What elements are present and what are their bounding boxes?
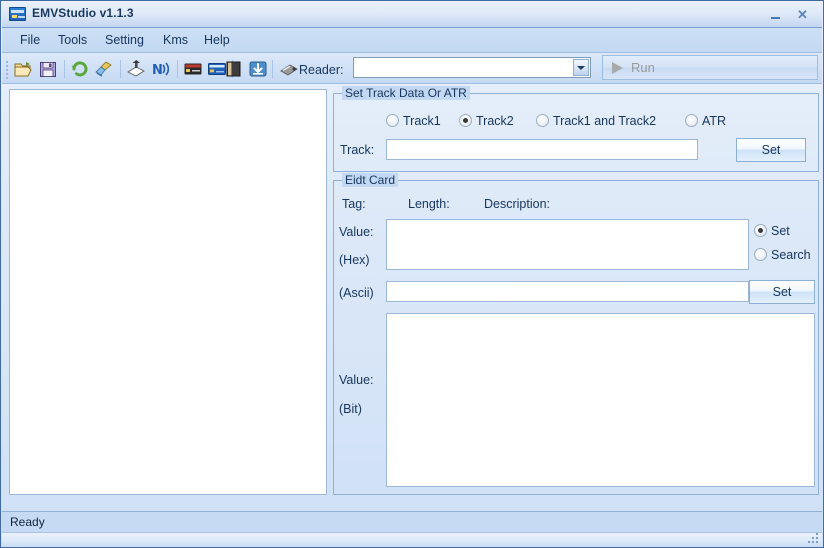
chevron-down-icon[interactable] xyxy=(573,59,589,76)
description-label: Description: xyxy=(484,197,550,211)
svg-text:N: N xyxy=(152,63,163,78)
radio-track1-label: Track1 xyxy=(403,114,441,128)
toolbar-separator xyxy=(120,60,121,78)
value-bit-textarea[interactable] xyxy=(386,313,815,487)
radio-track1-and-track2-label: Track1 and Track2 xyxy=(553,114,656,128)
tag-label: Tag: xyxy=(342,197,366,211)
status-bar: Ready xyxy=(2,511,822,532)
value-hex-textarea[interactable] xyxy=(386,219,749,270)
run-button[interactable]: Run xyxy=(602,55,818,80)
radio-mode-search[interactable]: Search xyxy=(754,248,811,262)
value-hex-label: Value: xyxy=(339,225,374,239)
value-bit-label: Value: xyxy=(339,373,374,387)
radio-atr[interactable]: ATR xyxy=(685,114,726,128)
length-label: Length: xyxy=(408,197,450,211)
track-label: Track: xyxy=(340,143,374,157)
radio-atr-label: ATR xyxy=(702,114,726,128)
status-text: Ready xyxy=(10,515,45,529)
menu-item-kms[interactable]: Kms xyxy=(157,32,194,48)
radio-track2-label: Track2 xyxy=(476,114,514,128)
track-group-box: Set Track Data Or ATR Track1 Track2 Trac… xyxy=(333,93,819,172)
value-bit-sublabel: (Bit) xyxy=(339,402,362,416)
red-card-icon[interactable] xyxy=(183,60,203,78)
card-eject-icon[interactable] xyxy=(126,60,146,78)
edit-card-group-title: Eidt Card xyxy=(342,173,398,187)
ascii-input[interactable] xyxy=(386,281,749,302)
menu-item-help[interactable]: Help xyxy=(198,32,236,48)
toolbar-separator xyxy=(64,60,65,78)
book-icon[interactable] xyxy=(224,60,244,78)
radio-mode-search-label: Search xyxy=(771,248,811,262)
save-floppy-icon[interactable] xyxy=(38,60,58,78)
toolbar-separator xyxy=(272,60,273,78)
radio-track1-and-track2[interactable]: Track1 and Track2 xyxy=(536,114,656,128)
menu-item-setting[interactable]: Setting xyxy=(99,32,150,48)
application-window: EMVStudio v1.1.3 ✕ File Tools Setting Km… xyxy=(0,0,824,548)
menu-bar: File Tools Setting Kms Help xyxy=(2,28,822,53)
radio-mode-set[interactable]: Set xyxy=(754,224,790,238)
contactless-nfc-icon[interactable]: N xyxy=(152,60,172,78)
run-button-label: Run xyxy=(631,60,655,75)
refresh-icon[interactable] xyxy=(70,60,90,78)
toolbar-separator xyxy=(177,60,178,78)
reader-combo[interactable] xyxy=(353,57,591,78)
tree-view[interactable] xyxy=(9,89,327,495)
reader-label: Reader: xyxy=(299,63,343,77)
bottom-strip xyxy=(2,532,822,546)
clean-brush-icon[interactable] xyxy=(94,60,114,78)
toolbar-grip[interactable] xyxy=(6,61,9,77)
download-icon[interactable] xyxy=(248,60,268,78)
value-hex-sublabel: (Hex) xyxy=(339,253,370,267)
title-bar: EMVStudio v1.1.3 ✕ xyxy=(2,2,822,28)
credit-card-icon xyxy=(9,7,26,21)
radio-mode-set-label: Set xyxy=(771,224,790,238)
menu-item-file[interactable]: File xyxy=(14,32,46,48)
open-folder-icon[interactable] xyxy=(13,60,33,78)
ascii-label: (Ascii) xyxy=(339,286,374,300)
radio-track2[interactable]: Track2 xyxy=(459,114,514,128)
ascii-set-button[interactable]: Set xyxy=(749,280,815,304)
track-input[interactable] xyxy=(386,139,698,160)
reader-device-icon[interactable] xyxy=(279,60,299,78)
close-button[interactable]: ✕ xyxy=(792,5,813,25)
edit-card-group-box: Eidt Card Tag: Length: Description: Valu… xyxy=(333,180,819,495)
minimize-button[interactable] xyxy=(765,5,786,25)
menu-item-tools[interactable]: Tools xyxy=(52,32,93,48)
track-set-button[interactable]: Set xyxy=(736,138,806,162)
reader-combo-value[interactable] xyxy=(356,60,571,75)
window-title: EMVStudio v1.1.3 xyxy=(32,6,134,20)
resize-grip[interactable] xyxy=(808,533,820,545)
track-group-title: Set Track Data Or ATR xyxy=(342,86,470,100)
play-icon xyxy=(612,62,623,74)
radio-track1[interactable]: Track1 xyxy=(386,114,441,128)
